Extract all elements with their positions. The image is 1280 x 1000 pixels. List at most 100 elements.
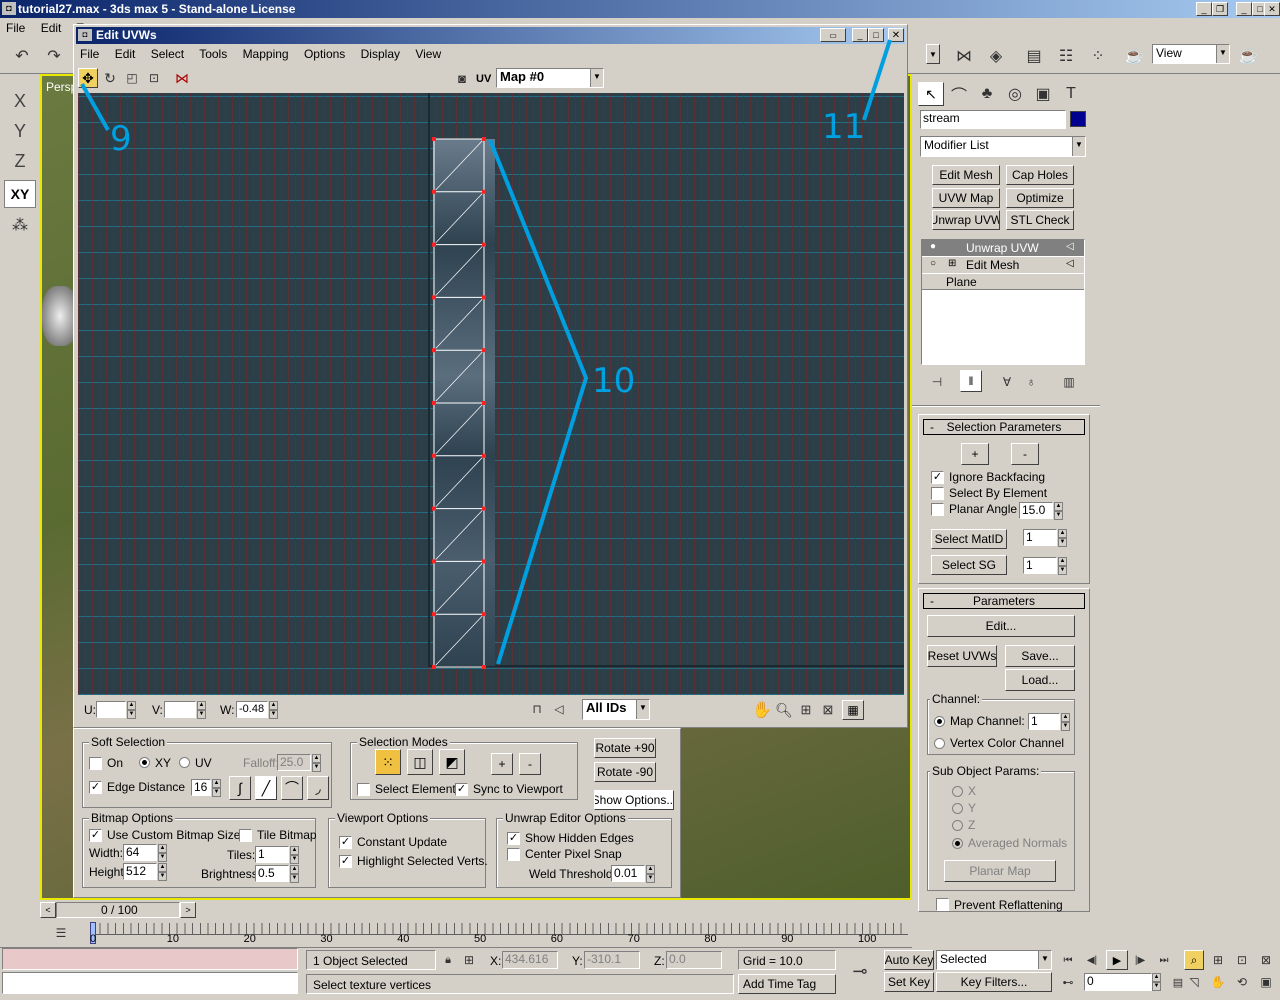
select-sg-button[interactable]: Select SG — [931, 555, 1007, 575]
map-channel-radio[interactable] — [934, 716, 945, 727]
rotate-plus90-button[interactable]: Rotate +90 — [594, 738, 656, 758]
zoom-viewport-button[interactable]: ⌕ — [1184, 950, 1204, 970]
tile-bitmap-checkbox[interactable] — [239, 829, 252, 842]
create-tab-icon[interactable]: ↖ — [918, 82, 944, 106]
stack-item-unwrap-uvw[interactable]: ● Unwrap UVW ◁ — [922, 240, 1084, 256]
uvw-menu-mapping[interactable]: Mapping — [243, 47, 289, 61]
center-snap-checkbox[interactable] — [507, 848, 520, 861]
arc-rotate-icon[interactable]: ⟲ — [1232, 972, 1252, 992]
falloff-spinner[interactable]: ▲ ▼ — [312, 754, 321, 772]
width-spinner[interactable]: ▲ ▼ — [158, 844, 167, 862]
current-frame-spinner[interactable]: ▲ ▼ — [1152, 973, 1161, 991]
schematic-icon[interactable]: ☷ — [1052, 42, 1080, 70]
sub-x-radio[interactable] — [952, 786, 963, 797]
axis-y-button[interactable]: Y — [6, 118, 34, 144]
z-coord-field[interactable]: 0.0 — [666, 951, 722, 969]
track-bar-menu-icon[interactable]: ☰ — [50, 924, 72, 942]
tiles-spinner[interactable]: ▲ ▼ — [290, 846, 299, 864]
uv-vertex[interactable] — [432, 612, 436, 617]
u-spinner[interactable]: ▲ ▼ — [127, 701, 136, 719]
prevent-reflattening-checkbox[interactable] — [936, 898, 949, 911]
stack-item-plane[interactable]: Plane — [922, 274, 1084, 290]
grow-selection-button[interactable]: + — [491, 753, 513, 775]
uv-vertex[interactable] — [482, 189, 486, 194]
edit-button[interactable]: Edit... — [927, 615, 1075, 637]
v-spinner[interactable]: ▲ ▼ — [197, 701, 206, 719]
map-dropdown[interactable]: Map #0 ▼ — [496, 68, 604, 88]
zoom-extents-all-icon[interactable]: ⊠ — [1256, 950, 1276, 970]
edge-distance-field[interactable]: 16 — [191, 779, 211, 796]
soft-on-checkbox[interactable] — [89, 757, 102, 770]
minimize-button[interactable]: _ — [1196, 2, 1212, 16]
show-end-result-button[interactable]: ‖ — [960, 370, 982, 392]
uv-vertex[interactable] — [432, 559, 436, 564]
uvw-maximize-button[interactable]: □ — [868, 28, 884, 42]
uv-vertex[interactable] — [432, 137, 436, 141]
planar-angle-checkbox[interactable] — [931, 503, 944, 516]
move-tool-button[interactable]: ✥ — [78, 68, 98, 88]
selection-params-header[interactable]: - Selection Parameters — [923, 419, 1085, 435]
edit-mesh-button[interactable]: Edit Mesh — [932, 165, 1000, 185]
reset-uvws-button[interactable]: Reset UVWs — [927, 645, 997, 667]
uv-vertex[interactable] — [482, 348, 486, 353]
axis-xy-button[interactable]: XY — [4, 180, 36, 208]
uvw-minimize-button[interactable]: _ — [852, 28, 868, 42]
filter-selected-icon[interactable]: ◁ — [550, 700, 568, 718]
key-mode-icon[interactable]: ⊷ — [1058, 972, 1078, 992]
ignore-backfacing-checkbox[interactable]: ✓ — [931, 471, 944, 484]
quick-render-icon[interactable]: ☕ — [1234, 42, 1262, 70]
falloff-smooth-button[interactable]: ∫ — [229, 776, 251, 800]
uv-vertex[interactable] — [482, 612, 486, 617]
uvw-restore-button[interactable]: ▭ — [820, 28, 846, 42]
uv-vertex[interactable] — [482, 559, 486, 564]
modifier-list-dropdown[interactable]: Modifier List ▼ — [920, 136, 1086, 157]
zoom-region-icon[interactable]: ⊞ — [796, 700, 816, 720]
render-scene-icon[interactable]: ☕ — [1120, 42, 1148, 70]
constant-update-checkbox[interactable]: ✓ — [339, 836, 352, 849]
uv-vertex[interactable] — [482, 401, 486, 405]
dropdown-arrow-button[interactable]: ▼ — [926, 44, 940, 64]
zoom-extents-viewport-icon[interactable]: ⊡ — [1232, 950, 1252, 970]
vertex-color-radio[interactable] — [934, 738, 945, 749]
absolute-mode-icon[interactable]: ⊞ — [460, 950, 478, 970]
play-button[interactable]: ▶ — [1106, 950, 1128, 970]
uvw-menu-edit[interactable]: Edit — [115, 47, 136, 61]
render-view-dropdown[interactable]: View ▼ — [1152, 44, 1230, 64]
goto-end-icon[interactable]: ⏭ — [1154, 950, 1174, 970]
modify-tab-icon[interactable]: ⌒ — [946, 82, 972, 106]
axis-z-button[interactable]: Z — [6, 148, 34, 174]
sel-grow-button[interactable]: + — [961, 443, 989, 465]
scale-tool-icon[interactable]: ◰ — [122, 68, 142, 88]
matid-field[interactable]: 1 — [1023, 529, 1057, 546]
save-button[interactable]: Save... — [1005, 645, 1075, 667]
optimize-button[interactable]: Optimize — [1006, 188, 1074, 208]
key-filter-dropdown[interactable]: Selected ▼ — [936, 950, 1052, 970]
add-time-tag-button[interactable]: Add Time Tag — [738, 974, 836, 994]
uvw-menu-file[interactable]: File — [80, 47, 99, 61]
uv-vertex[interactable] — [482, 453, 486, 458]
material-editor-icon[interactable]: ⁘ — [1084, 42, 1112, 70]
menu-file[interactable]: File — [6, 21, 25, 35]
uv-vertex[interactable] — [482, 242, 486, 247]
time-slider-track[interactable]: 0 / 100 — [56, 902, 180, 918]
sg-spinner[interactable]: ▲ ▼ — [1058, 557, 1067, 575]
edge-mode-button[interactable]: ◫ — [407, 749, 433, 775]
averaged-normals-radio[interactable] — [952, 838, 963, 849]
pan-icon[interactable]: ✋ — [752, 700, 772, 720]
custom-bitmap-checkbox[interactable]: ✓ — [89, 829, 102, 842]
maxscript-listener-pink[interactable] — [2, 948, 298, 970]
show-options-button[interactable]: Show Options... — [594, 790, 674, 810]
stack-item-edit-mesh[interactable]: ○ ⊞ Edit Mesh ◁ — [922, 257, 1084, 273]
track-bar[interactable]: ☰ 0 10 20 30 40 50 60 70 80 90 100 — [0, 920, 912, 948]
select-matid-button[interactable]: Select MatID — [931, 529, 1007, 549]
uv-vertex[interactable] — [432, 189, 436, 194]
zoom-all-icon[interactable]: ⊞ — [1208, 950, 1228, 970]
lightbulb-icon[interactable]: ○ — [930, 258, 936, 269]
planar-angle-spinner[interactable]: ▲ ▼ — [1054, 502, 1063, 520]
parameters-header[interactable]: - Parameters — [923, 593, 1085, 609]
falloff-slow-button[interactable]: ⌒ — [281, 776, 303, 800]
w-spinner[interactable]: ▲ ▼ — [269, 701, 278, 719]
pan-viewport-icon[interactable]: ✋ — [1208, 972, 1228, 992]
axis-x-button[interactable]: X — [6, 88, 34, 114]
key-filters-button[interactable]: Key Filters... — [936, 972, 1052, 992]
